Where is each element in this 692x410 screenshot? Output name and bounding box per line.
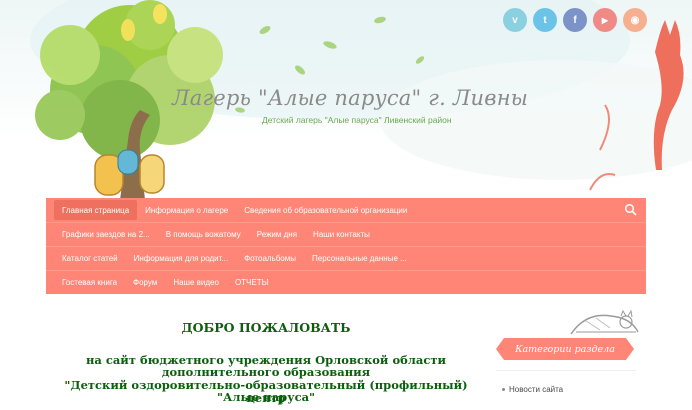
vimeo-icon[interactable]: v (503, 8, 527, 32)
nav-item-home[interactable]: Главная страница (54, 200, 138, 220)
nav-item-photo-albums[interactable]: Фотоальбомы (236, 248, 304, 268)
nav-item-forum[interactable]: Форум (125, 272, 165, 292)
nav-item-parents-info[interactable]: Информация для родит... (126, 248, 236, 268)
youtube-icon[interactable]: ▶ (593, 8, 617, 32)
rss-icon[interactable]: ◉ (623, 8, 647, 32)
nav-item-contacts[interactable]: Наши контакты (305, 224, 378, 244)
site-subtitle: Детский лагерь "Алые паруса" Ливенский р… (262, 115, 452, 125)
nav-item-schedules[interactable]: Графики заездов на 2... (54, 224, 158, 244)
main-content: ДОБРО ПОЖАЛОВАТЬ на сайт бюджетного учре… (46, 298, 486, 410)
search-icon[interactable] (624, 203, 638, 217)
facebook-icon[interactable]: f (563, 8, 587, 32)
nav-item-reports[interactable]: ОТЧЕТЫ (227, 272, 277, 292)
site-header: Лагерь "Алые паруса" г. Ливны Детский ла… (0, 0, 692, 198)
nav-item-our-video[interactable]: Наше видео (165, 272, 227, 292)
nav-item-articles[interactable]: Каталог статей (54, 248, 126, 268)
sidebar: Категории раздела Новости сайта (486, 298, 646, 410)
nav-row-2: Графики заездов на 2... В помощь вожатом… (54, 222, 378, 246)
nav-row-4: Гостевая книга Форум Наше видео ОТЧЕТЫ (54, 270, 277, 294)
cat-sleeping-icon (570, 309, 639, 335)
categories-title: Категории раздела (496, 338, 634, 360)
welcome-heading: ДОБРО ПОЖАЛОВАТЬ (181, 320, 351, 335)
nav-item-personal-data[interactable]: Персональные данные ... (304, 248, 415, 268)
nav-row-3: Каталог статей Информация для родит... Ф… (54, 246, 415, 270)
social-links: v t f ▶ ◉ (503, 8, 647, 32)
category-item[interactable]: Новости сайта (502, 385, 563, 394)
nav-item-daily-routine[interactable]: Режим дня (249, 224, 305, 244)
divider (496, 370, 636, 371)
nav-item-org-info[interactable]: Сведения об образовательной организации (236, 200, 415, 220)
bullet-icon (502, 388, 505, 391)
main-navigation: Главная страница Информация о лагере Све… (46, 198, 646, 294)
nav-row-1: Главная страница Информация о лагере Све… (54, 198, 415, 222)
nav-item-counselor-help[interactable]: В помощь вожатому (158, 224, 249, 244)
nav-item-camp-info[interactable]: Информация о лагере (137, 200, 236, 220)
welcome-line: "Алые паруса" (216, 390, 316, 404)
site-title[interactable]: Лагерь "Алые паруса" г. Ливны (172, 86, 542, 110)
category-item-label[interactable]: Новости сайта (509, 385, 563, 394)
nav-item-guestbook[interactable]: Гостевая книга (54, 272, 125, 292)
twitter-icon[interactable]: t (533, 8, 557, 32)
